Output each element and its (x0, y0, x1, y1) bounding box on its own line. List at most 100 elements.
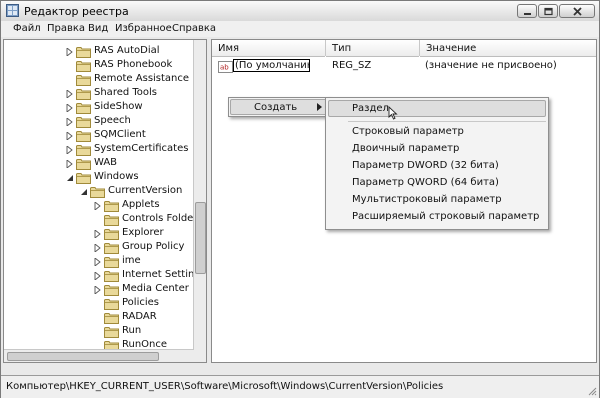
folder-icon (104, 271, 119, 282)
expand-arrow-icon[interactable] (66, 118, 73, 126)
collapse-arrow-icon[interactable] (66, 174, 73, 182)
minimize-button[interactable] (517, 4, 537, 18)
tree-item-label: Run (122, 325, 142, 336)
registry-tree-pane[interactable]: RAS AutoDial RAS Phonebook Remote Assistan… (3, 39, 207, 363)
tree-item-label: Policies (122, 297, 159, 308)
menu-item-new-value-5[interactable]: Расширяемый строковый параметр (352, 211, 539, 222)
folder-icon (104, 229, 119, 240)
collapse-arrow-icon[interactable] (80, 188, 87, 196)
expand-arrow-icon[interactable] (66, 104, 73, 112)
title-bar[interactable]: Редактор реестра (1, 1, 599, 21)
expand-arrow-icon[interactable] (66, 48, 73, 56)
resize-grip-icon[interactable] (587, 386, 597, 396)
tree-vertical-scroll-thumb[interactable] (195, 202, 206, 274)
close-button[interactable] (559, 4, 595, 18)
create-submenu: Раздел Строковый параметр Двоичный параме… (325, 97, 549, 230)
menu-item-key[interactable]: Раздел (352, 103, 389, 114)
folder-icon (76, 159, 91, 170)
tree-item-label: Explorer (122, 227, 164, 238)
folder-icon (76, 103, 91, 114)
tree-item-label: Speech (94, 115, 131, 126)
tree-item-label: SystemCertificates (94, 143, 189, 154)
folder-icon (90, 187, 105, 198)
tree-item-label: SideShow (94, 101, 143, 112)
maximize-button[interactable] (538, 4, 558, 18)
tree-item-label: Shared Tools (94, 87, 158, 98)
value-name-edit-field[interactable]: (По умолчанию) (233, 59, 310, 72)
window-title: Редактор реестра (24, 5, 129, 18)
folder-icon (76, 75, 91, 86)
expand-arrow-icon[interactable] (94, 272, 101, 280)
tree-item-label: Internet Setting (122, 269, 201, 280)
maximize-icon (544, 7, 553, 16)
expand-arrow-icon[interactable] (94, 286, 101, 294)
tree-item-label: Windows (94, 171, 139, 182)
status-path: Компьютер\HKEY_CURRENT_USER\Software\Mic… (6, 381, 444, 392)
expand-arrow-icon[interactable] (94, 244, 101, 252)
value-type: REG_SZ (332, 60, 372, 71)
value-data: (значение не присвоено) (425, 60, 557, 71)
tree-item-label: CurrentVersion (108, 185, 183, 196)
menu-file[interactable]: Файл (13, 23, 41, 34)
folder-icon (76, 145, 91, 156)
expand-arrow-icon[interactable] (66, 160, 73, 168)
expand-arrow-icon[interactable] (66, 90, 73, 98)
tree-item-label: WAB (94, 157, 118, 168)
column-header-name[interactable]: Имя (212, 40, 325, 57)
tree-vertical-scrollbar[interactable] (193, 40, 206, 362)
column-header-type[interactable]: Тип (326, 40, 419, 57)
menu-help[interactable]: Справка (172, 23, 216, 34)
folder-icon (76, 131, 91, 142)
folder-icon (76, 47, 91, 58)
expand-arrow-icon[interactable] (94, 258, 101, 266)
tree-item-label: RAS AutoDial (94, 45, 160, 56)
folder-icon (104, 257, 119, 268)
folder-icon (104, 243, 119, 254)
expand-arrow-icon[interactable] (66, 146, 73, 154)
expand-arrow-icon[interactable] (66, 132, 73, 140)
tree-item-label: ime (122, 255, 141, 266)
folder-icon (104, 215, 119, 226)
menu-item-new-value-4[interactable]: Мультистроковый параметр (352, 194, 502, 205)
expand-arrow-icon[interactable] (94, 230, 101, 238)
folder-icon (76, 117, 91, 128)
string-value-icon: ab (218, 61, 233, 73)
tree-horizontal-scrollbar[interactable] (4, 349, 194, 362)
menu-item-new-value-3[interactable]: Параметр QWORD (64 бита) (352, 177, 499, 188)
menu-item-create[interactable]: Создать (254, 102, 297, 113)
mouse-cursor-icon (388, 106, 398, 120)
menu-bar: Файл Правка Вид Избранное Справка (1, 21, 599, 37)
folder-icon (76, 173, 91, 184)
menu-edit[interactable]: Правка (47, 23, 85, 34)
folder-icon (104, 285, 119, 296)
menu-separator (348, 121, 546, 122)
menu-view[interactable]: Вид (88, 23, 108, 34)
folder-icon (104, 327, 119, 338)
folder-icon (104, 299, 119, 310)
tree-item-label: Applets (122, 199, 160, 210)
folder-icon (104, 201, 119, 212)
folder-icon (76, 61, 91, 72)
status-bar: Компьютер\HKEY_CURRENT_USER\Software\Mic… (1, 375, 599, 398)
minimize-icon (524, 13, 531, 15)
folder-icon (104, 313, 119, 324)
folder-icon (76, 89, 91, 100)
menu-item-new-value-1[interactable]: Двоичный параметр (352, 143, 459, 154)
column-header-value[interactable]: Значение (420, 40, 596, 57)
tree-item-label: RAS Phonebook (94, 59, 173, 70)
regedit-app-icon (6, 4, 19, 17)
tree-item-label: Media Center (122, 283, 189, 294)
expand-arrow-icon[interactable] (94, 202, 101, 210)
close-icon (573, 7, 582, 16)
menu-favorites[interactable]: Избранное (115, 23, 172, 34)
tree-item-label: RADAR (122, 311, 157, 322)
tree-item-label: SQMClient (94, 129, 146, 140)
tree-horizontal-scroll-thumb[interactable] (7, 352, 159, 361)
tree-item-label: Controls Folder (122, 213, 198, 224)
tree-item-label: Group Policy (122, 241, 185, 252)
context-menu: Создать (228, 97, 330, 117)
svg-text:ab: ab (220, 64, 229, 72)
menu-item-new-value-2[interactable]: Параметр DWORD (32 бита) (352, 160, 499, 171)
tree-item-label: Remote Assistance (94, 73, 190, 84)
menu-item-new-value-0[interactable]: Строковый параметр (352, 126, 464, 137)
